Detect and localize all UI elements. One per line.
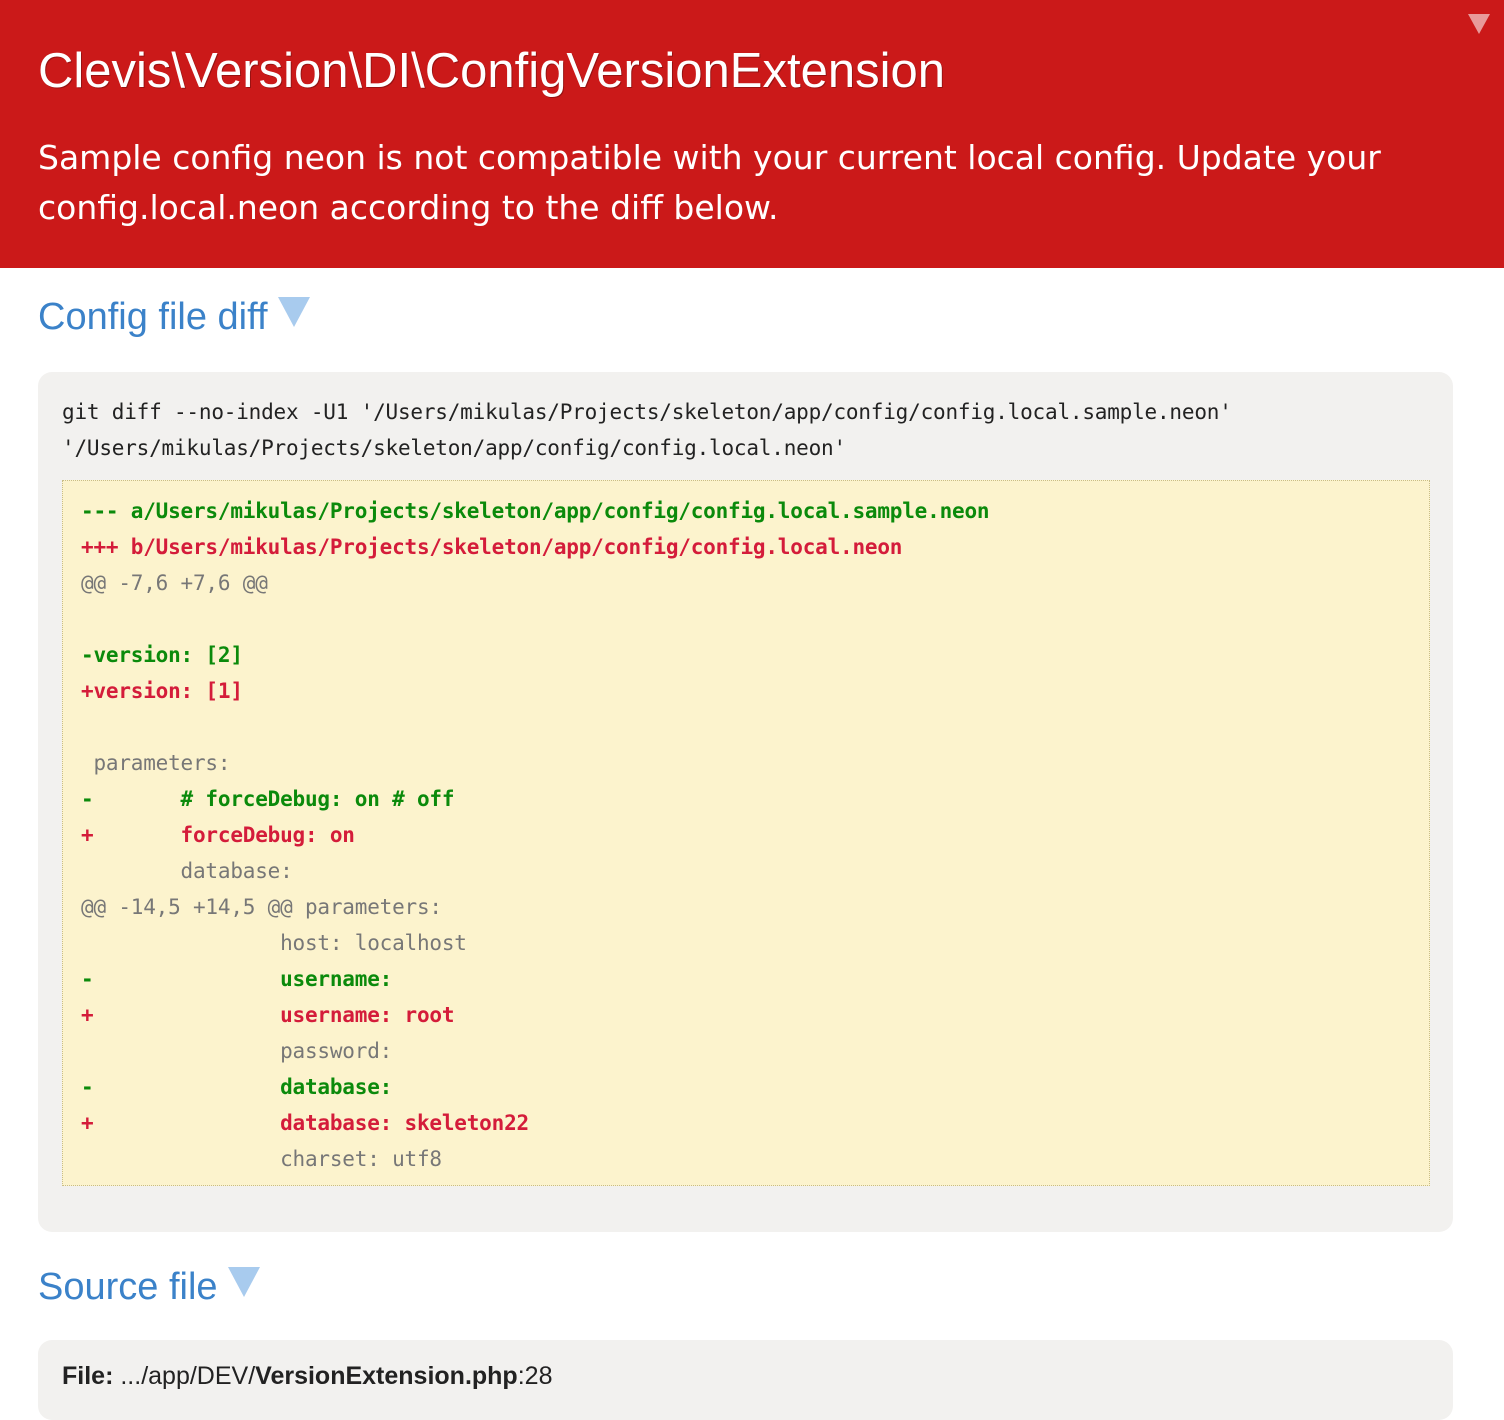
diff-block: --- a/Users/mikulas/Projects/skeleton/ap… — [62, 480, 1430, 1186]
file-name: VersionExtension.php — [255, 1362, 518, 1390]
diff-line-context: @@ -7,6 +7,6 @@ — [81, 571, 268, 595]
file-label: File: — [62, 1362, 114, 1390]
diff-line-added: +++ b/Users/mikulas/Projects/skeleton/ap… — [81, 535, 903, 559]
triangle-down-icon[interactable] — [227, 1267, 260, 1297]
source-file-section-toggle[interactable]: Source file — [38, 1266, 260, 1309]
config-diff-section-toggle[interactable]: Config file diff — [38, 296, 310, 339]
triangle-down-icon[interactable] — [277, 297, 310, 327]
error-header: Clevis\Version\DI\ConfigVersionExtension… — [0, 0, 1504, 268]
diff-line-added: + forceDebug: on — [81, 823, 355, 847]
config-diff-panel: git diff --no-index -U1 '/Users/mikulas/… — [38, 372, 1453, 1232]
config-diff-title[interactable]: Config file diff — [38, 296, 268, 338]
diff-line-added: +version: [1] — [81, 679, 243, 703]
diff-line-context: password: — [81, 1039, 393, 1063]
file-line: :28 — [517, 1362, 553, 1390]
diff-line-context — [81, 709, 1411, 745]
diff-line-context: database: — [81, 859, 293, 883]
diff-line-deleted: - # forceDebug: on # off — [81, 787, 455, 811]
exception-title: Clevis\Version\DI\ConfigVersionExtension — [38, 44, 945, 98]
diff-line-context — [81, 601, 1411, 637]
diff-line-deleted: -version: [2] — [81, 643, 243, 667]
file-path: .../app/DEV/ — [120, 1362, 256, 1390]
diff-line-context: parameters: — [81, 751, 231, 775]
diff-line-added: + username: root — [81, 1003, 455, 1027]
diff-line-context: host: localhost — [81, 931, 467, 955]
git-command: git diff --no-index -U1 '/Users/mikulas/… — [62, 400, 1245, 460]
diff-line-deleted: - username: — [81, 967, 393, 991]
diff-line-deleted: --- a/Users/mikulas/Projects/skeleton/ap… — [81, 499, 990, 523]
source-file-panel: File: .../app/DEV/VersionExtension.php:2… — [38, 1340, 1453, 1420]
triangle-down-icon[interactable] — [1468, 14, 1490, 34]
diff-line-added: + database: skeleton22 — [81, 1111, 529, 1135]
diff-line-context: charset: utf8 — [81, 1147, 442, 1171]
diff-line-context: @@ -14,5 +14,5 @@ parameters: — [81, 895, 442, 919]
exception-message: Sample config neon is not compatible wit… — [38, 138, 1381, 227]
source-file-title[interactable]: Source file — [38, 1266, 218, 1308]
diff-line-deleted: - database: — [81, 1075, 393, 1099]
